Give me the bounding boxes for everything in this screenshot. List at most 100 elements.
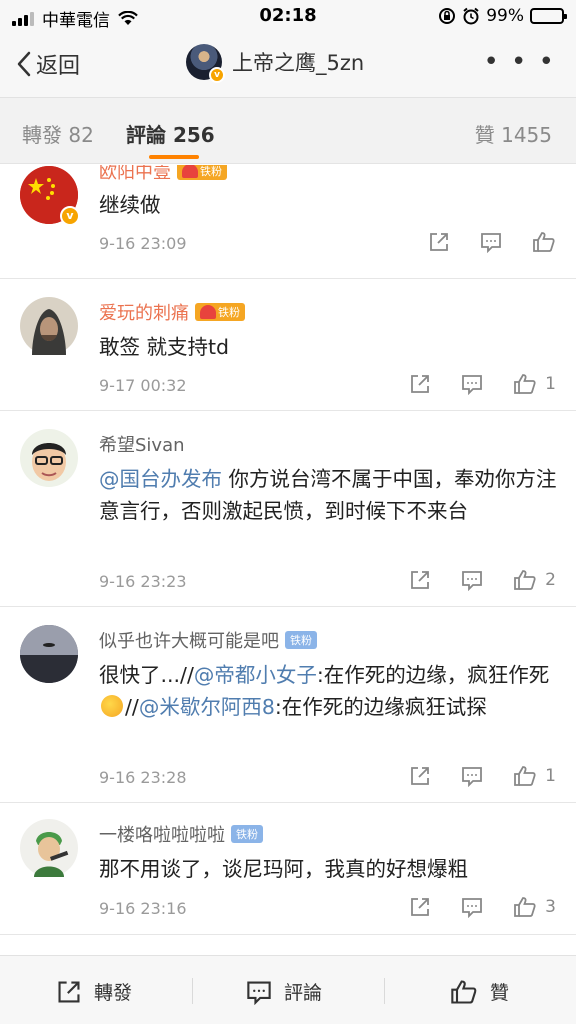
thumbs-up-icon [514, 766, 536, 786]
comment-text: @国台办发布 你方说台湾不属于中国，奉劝你方注意言行，否则激起民愤，到时候下不来… [99, 463, 559, 527]
fan-badge: 铁粉 [231, 825, 263, 843]
status-right: 99% [438, 6, 567, 26]
mention-link[interactable]: @国台办发布 [99, 467, 222, 491]
mention-link[interactable]: @帝都小女子 [194, 663, 317, 687]
avatar[interactable]: v [20, 166, 80, 226]
share-icon [411, 767, 430, 785]
tab-like-label: 贊 [474, 123, 495, 147]
anime-avatar-icon [20, 819, 78, 877]
more-button[interactable]: • • • [483, 49, 556, 75]
divider [384, 978, 385, 1004]
comment-body: 很快了...// [99, 663, 194, 687]
like-count: 3 [545, 897, 556, 917]
like-count: 1 [545, 766, 556, 786]
like-action[interactable] [532, 231, 556, 253]
repost-action[interactable] [409, 569, 431, 591]
author-name: 爱玩的刺痛 [99, 303, 189, 324]
comment-time: 9-16 23:23 [99, 572, 187, 591]
comment-text: 继续做 [99, 193, 161, 217]
comment-actions: 3 [409, 896, 556, 918]
comment-icon [247, 980, 271, 1005]
back-button[interactable]: 返回 [16, 48, 80, 80]
comment-icon [462, 375, 483, 395]
battery-percent: 99% [486, 6, 524, 26]
like-action[interactable]: 3 [513, 896, 556, 918]
comment-text: 敢签 就支持td [99, 335, 230, 359]
comment-icon [462, 767, 483, 787]
author-name: 似乎也许大概可能是吧 [99, 631, 279, 652]
reply-action[interactable] [461, 765, 483, 787]
mention-link[interactable]: @米歇尔阿西8 [139, 695, 275, 719]
reply-action[interactable] [461, 896, 483, 918]
reply-action[interactable] [480, 231, 502, 253]
reply-action[interactable] [461, 569, 483, 591]
comment-author[interactable]: 欧阳中壹 铁粉 [99, 165, 227, 184]
nav-bar: 返回 v 上帝之鹰_5zn • • • [0, 32, 576, 98]
comment-body: :在作死的边缘疯狂试探 [274, 695, 487, 719]
share-icon [58, 980, 80, 1003]
nav-title[interactable]: v 上帝之鹰_5zn [186, 44, 365, 83]
avatar[interactable]: v [186, 44, 225, 83]
repost-label: 轉發 [94, 982, 133, 1004]
tab-comment[interactable]: 評論 256 [126, 119, 215, 148]
battery-icon [530, 8, 567, 24]
tab-repost[interactable]: 轉發 82 [22, 119, 94, 148]
fan-badge: 铁粉 [285, 631, 317, 649]
chevron-left-icon [17, 51, 31, 77]
emoji-icon [101, 695, 123, 717]
comment-actions: 2 [409, 569, 556, 591]
heart-icon [182, 165, 198, 178]
page-title: 上帝之鹰_5zn [232, 51, 365, 75]
comment-author[interactable]: 一楼咯啦啦啦啦 铁粉 [99, 821, 263, 847]
comment-list: v 欧阳中壹 铁粉 继续做 9-16 23:09 爱玩的刺痛 铁粉 敢签 就支持… [0, 165, 576, 955]
comment-time: 9-16 23:16 [99, 899, 187, 918]
thumbs-up-icon [533, 232, 555, 252]
comment-button[interactable]: 評論 [246, 978, 322, 1005]
avatar[interactable] [20, 625, 78, 683]
like-button[interactable]: 贊 [450, 978, 509, 1005]
comment-text: 那不用谈了，谈尼玛阿，我真的好想爆粗 [99, 857, 468, 881]
share-icon [411, 898, 430, 916]
tab-comment-label: 評論 [126, 123, 166, 147]
comment-item: 一楼咯啦啦啦啦 铁粉 那不用谈了，谈尼玛阿，我真的好想爆粗 9-16 23:16… [0, 803, 576, 935]
reply-action[interactable] [461, 373, 483, 395]
like-action[interactable]: 1 [513, 765, 556, 787]
fan-badge-label: 铁粉 [218, 306, 240, 319]
alarm-icon [463, 7, 479, 25]
repost-action[interactable] [409, 765, 431, 787]
share-icon [430, 233, 448, 251]
repost-button[interactable]: 轉發 [56, 978, 132, 1005]
share-icon [411, 375, 430, 393]
person-avatar-icon [20, 297, 78, 355]
comment-author[interactable]: 爱玩的刺痛 铁粉 [99, 299, 245, 325]
like-count: 1 [545, 374, 556, 394]
author-name: 希望Sivan [99, 435, 185, 456]
like-action[interactable]: 2 [513, 569, 556, 591]
thumbs-up-icon [514, 570, 536, 590]
avatar[interactable] [20, 819, 78, 877]
avatar[interactable] [20, 429, 78, 487]
like-label: 贊 [490, 982, 510, 1004]
avatar[interactable] [20, 297, 78, 355]
fan-badge: 铁粉 [195, 303, 245, 321]
back-label: 返回 [36, 54, 81, 79]
comment-label: 評論 [284, 982, 323, 1004]
comment-time: 9-16 23:09 [99, 234, 187, 253]
comment-actions: 1 [409, 373, 556, 395]
repost-action[interactable] [409, 373, 431, 395]
tab-bar: 轉發 82 評論 256 贊 1455 [0, 98, 576, 164]
fan-badge-label: 铁粉 [200, 165, 222, 178]
comment-item: 似乎也许大概可能是吧 铁粉 很快了...//@帝都小女子:在作死的边缘，疯狂作死… [0, 607, 576, 803]
tab-like[interactable]: 贊 1455 [475, 119, 552, 148]
tab-comment-count: 256 [172, 123, 215, 147]
comment-author[interactable]: 希望Sivan [99, 431, 185, 457]
rotation-lock-icon [439, 8, 456, 24]
verified-badge-icon: v [209, 67, 225, 83]
comment-author[interactable]: 似乎也许大概可能是吧 铁粉 [99, 627, 317, 653]
comment-item: 希望Sivan @国台办发布 你方说台湾不属于中国，奉劝你方注意言行，否则激起民… [0, 411, 576, 607]
person-avatar-icon [20, 429, 78, 487]
repost-action[interactable] [428, 231, 450, 253]
repost-action[interactable] [409, 896, 431, 918]
thumbs-up-icon [514, 897, 536, 917]
like-action[interactable]: 1 [513, 373, 556, 395]
